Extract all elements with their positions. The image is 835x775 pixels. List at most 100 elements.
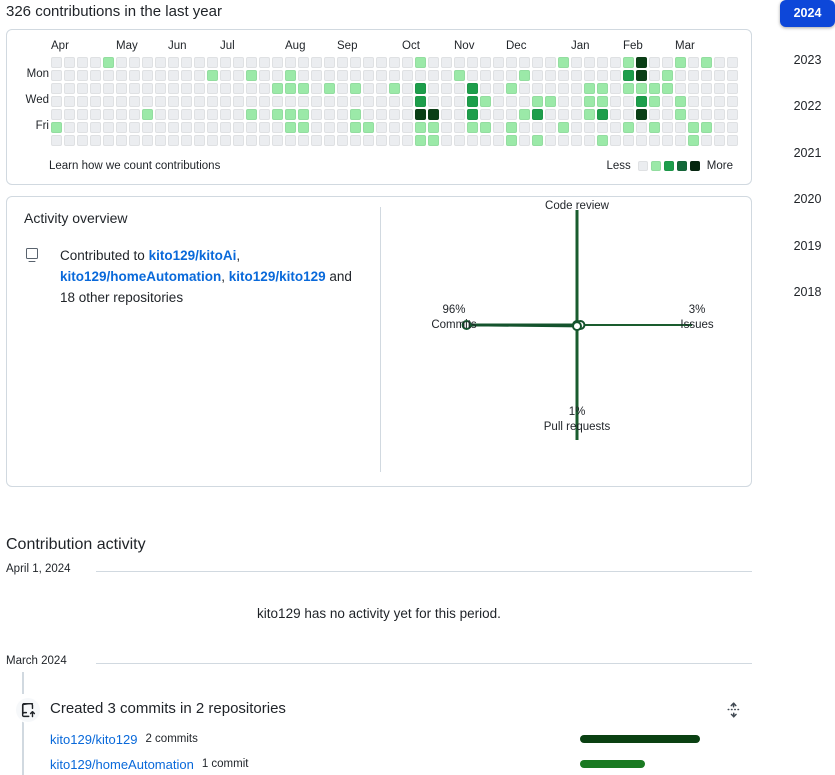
contribution-day[interactable] xyxy=(610,57,621,68)
contribution-day[interactable] xyxy=(714,122,725,133)
contribution-day[interactable] xyxy=(675,57,686,68)
contribution-day[interactable] xyxy=(441,83,452,94)
contribution-day[interactable] xyxy=(454,109,465,120)
contribution-day[interactable] xyxy=(77,57,88,68)
contribution-day[interactable] xyxy=(480,57,491,68)
contribution-day[interactable] xyxy=(272,109,283,120)
contribution-day[interactable] xyxy=(415,83,426,94)
contribution-day[interactable] xyxy=(350,70,361,81)
contributed-repo-link[interactable]: kito129/kito129 xyxy=(229,269,326,284)
contribution-day[interactable] xyxy=(636,57,647,68)
contribution-day[interactable] xyxy=(662,96,673,107)
contribution-day[interactable] xyxy=(142,70,153,81)
contribution-day[interactable] xyxy=(545,57,556,68)
contribution-day[interactable] xyxy=(103,96,114,107)
contribution-day[interactable] xyxy=(597,70,608,81)
contribution-day[interactable] xyxy=(272,122,283,133)
contribution-day[interactable] xyxy=(51,83,62,94)
contribution-day[interactable] xyxy=(90,70,101,81)
contribution-day[interactable] xyxy=(194,83,205,94)
contribution-day[interactable] xyxy=(558,135,569,146)
contribution-day[interactable] xyxy=(103,109,114,120)
contribution-day[interactable] xyxy=(545,70,556,81)
contribution-day[interactable] xyxy=(129,122,140,133)
contribution-day[interactable] xyxy=(64,96,75,107)
contribution-day[interactable] xyxy=(51,96,62,107)
contribution-day[interactable] xyxy=(298,122,309,133)
contribution-day[interactable] xyxy=(246,122,257,133)
contribution-day[interactable] xyxy=(376,135,387,146)
contribution-day[interactable] xyxy=(532,109,543,120)
contribution-day[interactable] xyxy=(272,96,283,107)
contribution-day[interactable] xyxy=(376,109,387,120)
contribution-day[interactable] xyxy=(584,122,595,133)
contribution-day[interactable] xyxy=(675,109,686,120)
contribution-day[interactable] xyxy=(116,96,127,107)
contribution-day[interactable] xyxy=(311,122,322,133)
contribution-day[interactable] xyxy=(649,70,660,81)
contribution-day[interactable] xyxy=(571,83,582,94)
contribution-day[interactable] xyxy=(649,96,660,107)
contribution-day[interactable] xyxy=(64,70,75,81)
contribution-day[interactable] xyxy=(285,83,296,94)
contribution-day[interactable] xyxy=(90,96,101,107)
contribution-day[interactable] xyxy=(324,135,335,146)
contribution-day[interactable] xyxy=(688,57,699,68)
contribution-day[interactable] xyxy=(493,122,504,133)
contribution-day[interactable] xyxy=(428,122,439,133)
contribution-day[interactable] xyxy=(103,70,114,81)
contribution-day[interactable] xyxy=(142,135,153,146)
contribution-day[interactable] xyxy=(194,96,205,107)
contribution-day[interactable] xyxy=(389,70,400,81)
contribution-day[interactable] xyxy=(558,57,569,68)
contribution-day[interactable] xyxy=(467,57,478,68)
contribution-day[interactable] xyxy=(181,70,192,81)
contribution-day[interactable] xyxy=(714,57,725,68)
contribution-day[interactable] xyxy=(714,83,725,94)
contribution-day[interactable] xyxy=(701,70,712,81)
contribution-day[interactable] xyxy=(389,122,400,133)
contribution-day[interactable] xyxy=(571,109,582,120)
contribution-day[interactable] xyxy=(51,122,62,133)
contribution-day[interactable] xyxy=(649,83,660,94)
contribution-day[interactable] xyxy=(441,122,452,133)
contribution-day[interactable] xyxy=(64,109,75,120)
contribution-day[interactable] xyxy=(441,70,452,81)
contribution-day[interactable] xyxy=(116,122,127,133)
contribution-day[interactable] xyxy=(116,70,127,81)
contribution-day[interactable] xyxy=(207,122,218,133)
contribution-day[interactable] xyxy=(181,122,192,133)
contribution-day[interactable] xyxy=(376,83,387,94)
contribution-day[interactable] xyxy=(701,122,712,133)
contribution-day[interactable] xyxy=(571,122,582,133)
contribution-day[interactable] xyxy=(506,135,517,146)
contribution-day[interactable] xyxy=(714,135,725,146)
contribution-day[interactable] xyxy=(701,57,712,68)
contribution-day[interactable] xyxy=(506,109,517,120)
contribution-day[interactable] xyxy=(311,83,322,94)
year-button-2021[interactable]: 2021 xyxy=(780,140,835,167)
contribution-day[interactable] xyxy=(545,96,556,107)
contribution-day[interactable] xyxy=(363,96,374,107)
contribution-day[interactable] xyxy=(454,57,465,68)
radar-point-pull-requests[interactable] xyxy=(572,321,582,332)
contribution-day[interactable] xyxy=(454,135,465,146)
contribution-day[interactable] xyxy=(428,57,439,68)
contribution-day[interactable] xyxy=(298,70,309,81)
contribution-day[interactable] xyxy=(220,122,231,133)
contribution-day[interactable] xyxy=(571,70,582,81)
contribution-day[interactable] xyxy=(168,57,179,68)
contribution-day[interactable] xyxy=(259,57,270,68)
contribution-day[interactable] xyxy=(51,70,62,81)
contribution-day[interactable] xyxy=(233,135,244,146)
contribution-day[interactable] xyxy=(259,83,270,94)
contribution-day[interactable] xyxy=(675,122,686,133)
contribution-day[interactable] xyxy=(155,109,166,120)
contribution-day[interactable] xyxy=(662,70,673,81)
contribution-day[interactable] xyxy=(610,70,621,81)
contribution-day[interactable] xyxy=(90,83,101,94)
contribution-day[interactable] xyxy=(194,109,205,120)
contribution-day[interactable] xyxy=(545,109,556,120)
contribution-day[interactable] xyxy=(272,57,283,68)
contribution-day[interactable] xyxy=(649,135,660,146)
